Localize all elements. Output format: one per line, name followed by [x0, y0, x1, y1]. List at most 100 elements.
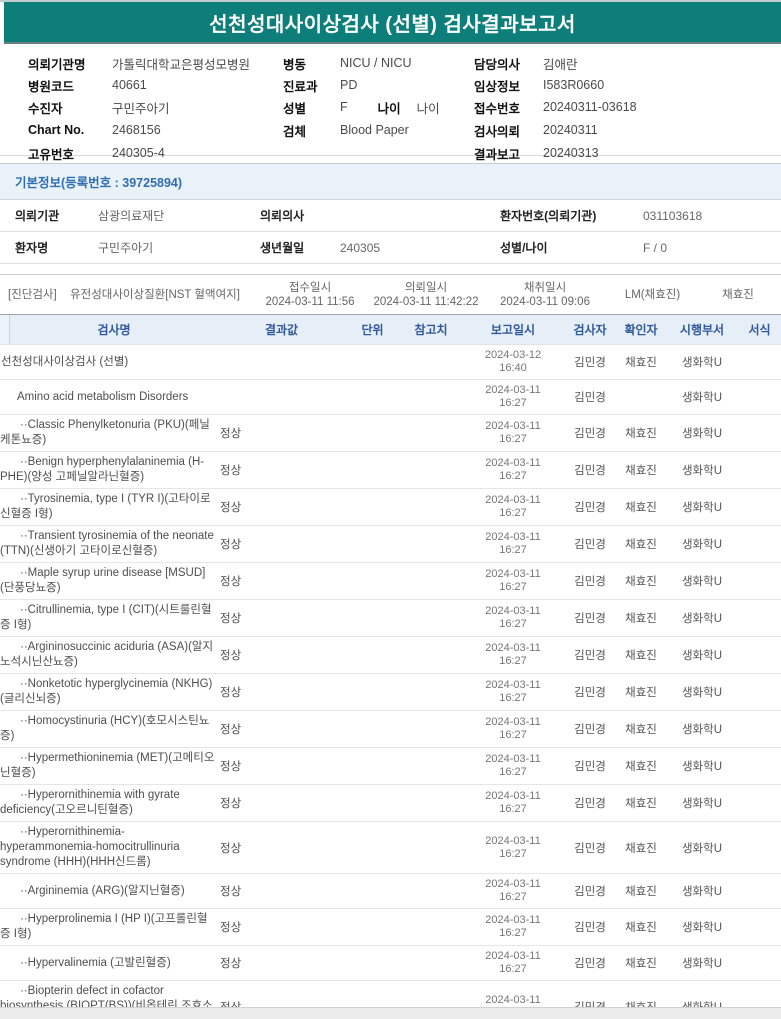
field-value: 240305 [340, 240, 381, 255]
result-value: 정상 [220, 613, 242, 625]
table-row: ··Argininosuccinic aciduria (ASA)(알지노석시닌… [0, 637, 781, 674]
report-datetime: 2024-03-11 16:27 [462, 568, 564, 594]
report-time: 16:27 [499, 927, 527, 939]
report-date: 2024-03-11 [485, 384, 541, 396]
field-value: 구민주아기 [98, 241, 154, 255]
table-row: ··Hyperprolinemia I (HP I)(고프롤린혈증 I형) 정상… [0, 909, 781, 946]
field-label: 임상정보 [474, 79, 521, 94]
table-row: ··Benign hyperphenylalaninemia (H-PHE)(양… [0, 452, 781, 489]
field-value: 나이 [416, 101, 440, 116]
basic-info-title: 기본정보(등록번호 : 39725894) [15, 176, 183, 190]
field-label: 성별 [283, 101, 307, 116]
report-time: 16:27 [499, 433, 527, 445]
report-datetime: 2024-03-11 16:27 [462, 716, 564, 742]
tester-name: 김민경 [574, 392, 606, 404]
report-date: 2024-03-11 [485, 993, 541, 1006]
col-header-result: 결과값 [264, 323, 299, 337]
field-value: F [340, 100, 348, 114]
request-label: 의뢰일시 [404, 281, 448, 294]
report-time: 16:27 [499, 397, 527, 409]
department-name: 생화학U [681, 958, 723, 970]
field-label: 환자번호(의뢰기관) [500, 209, 597, 223]
field-test-request-date: 검사의뢰 20240311 [474, 118, 637, 142]
tester-name: 김민경 [574, 922, 606, 934]
report-time: 16:27 [499, 618, 527, 630]
table-row: ··Citrullinemia, type I (CIT)(시트룰린혈증 I형)… [0, 600, 781, 637]
field-receipt-no: 접수번호 20240311-03618 [474, 96, 637, 118]
collect-value: 2024-03-11 09:06 [500, 295, 590, 308]
test-name: ··Argininemia (ARG)(알지닌혈증) [20, 884, 185, 897]
report-date: 2024-03-11 [485, 950, 541, 962]
field-label: 생년월일 [260, 241, 305, 255]
tester-name: 김민경 [574, 886, 606, 898]
field-value: 20240313 [543, 146, 599, 160]
report-datetime: 2024-03-11 16:27 [462, 914, 564, 940]
report-time: 16:27 [499, 847, 527, 860]
collect-label: 채취일시 [523, 281, 567, 294]
report-datetime: 2024-03-11 16:27 [462, 642, 564, 668]
test-name: ··Tyrosinemia, type I (TYR I)(고타이로신혈증 I형… [0, 493, 211, 520]
report-date: 2024-03-11 [485, 605, 541, 617]
report-datetime: 2024-03-11 16:27 [462, 835, 564, 861]
result-value: 정상 [220, 958, 242, 970]
basic-info-header: 기본정보(등록번호 : 39725894) [0, 163, 781, 200]
field-ordering-institution: 의뢰기관명 가톨릭대학교은평성모병원 [28, 52, 250, 74]
test-name: ··Hyperornithinemia-hyperammonemia-homoc… [0, 826, 180, 868]
receipt-label: 접수일시 [288, 281, 332, 294]
report-time: 16:27 [499, 544, 527, 556]
page-title: 선천성대사이상검사 (선별) 검사결과보고서 [209, 13, 576, 36]
report-time: 16:27 [499, 766, 527, 778]
result-value: 정상 [220, 539, 242, 551]
request-value: 2024-03-11 11:42:22 [373, 295, 479, 308]
table-row: ··Hyperornithinemia-hyperammonemia-homoc… [0, 822, 781, 874]
department-name: 생화학U [681, 576, 723, 588]
test-name: ··Nonketotic hyperglycinemia (NKHG)(글리신뇌… [0, 678, 213, 705]
col-header-form: 서식 [748, 323, 771, 337]
diagnosis-tag: [진단검사] [8, 288, 57, 301]
department-name: 생화학U [681, 613, 723, 625]
report-date: 2024-03-11 [485, 420, 541, 432]
result-value: 정상 [220, 761, 242, 773]
report-date: 2024-03-12 [484, 349, 542, 361]
test-name: ··Transient tyrosinemia of the neonate (… [0, 530, 214, 557]
field-value: 20240311-03618 [543, 100, 637, 114]
field-label: 담당의사 [474, 57, 521, 72]
tester-name: 김민경 [574, 502, 606, 514]
confirmer-name: 채효진 [625, 724, 657, 736]
diagnosis-section: [진단검사] 유전성대사이상질환[NST 혈액여지] 접수일시 2024-03-… [0, 274, 781, 314]
department-name: 생화학U [681, 392, 723, 404]
test-name: ··Citrullinemia, type I (CIT)(시트룰린혈증 I형) [0, 604, 212, 631]
report-date: 2024-03-11 [485, 790, 541, 802]
department-name: 생화학U [681, 724, 723, 736]
table-row: ··Hyperornithinemia with gyrate deficien… [0, 785, 781, 822]
field-label: 환자명 [15, 241, 49, 255]
department-name: 생화학U [681, 842, 723, 855]
test-name: ··Hypervalinemia (고발린혈증) [20, 956, 171, 969]
test-name: ··Maple syrup urine disease [MSUD](단풍당뇨증… [0, 567, 206, 594]
report-time: 16:27 [499, 507, 527, 519]
confirmer-name: 채효진 [625, 886, 657, 898]
col-header-unit: 단위 [361, 323, 384, 337]
field-label: 의뢰기관 [15, 209, 60, 223]
field-value: 20240311 [543, 123, 598, 137]
result-value: 정상 [220, 687, 242, 699]
report-datetime: 2024-03-11 16:27 [462, 531, 564, 557]
report-date: 2024-03-11 [485, 642, 541, 654]
field-value: NICU / NICU [340, 56, 412, 70]
field-value: PD [340, 78, 358, 92]
basic-info-row: 환자명 구민주아기 생년월일 240305 성별/나이 F / 0 [0, 232, 781, 264]
test-name: ··Benign hyperphenylalaninemia (H-PHE)(양… [0, 456, 205, 483]
department-name: 생화학U [681, 465, 723, 477]
confirmer-name: 채효진 [625, 357, 657, 369]
department-name: 생화학U [681, 687, 723, 699]
department-name: 생화학U [681, 650, 723, 662]
col-header-test-name: 검사명 [97, 323, 131, 337]
col-header-confirmer: 확인자 [624, 323, 658, 337]
report-date: 2024-03-11 [485, 834, 541, 847]
test-name: ··Classic Phenylketonuria (PKU)(페닐케톤뇨증) [0, 419, 210, 446]
field-value: 김애란 [543, 57, 578, 72]
report-datetime: 2024-03-11 16:27 [462, 878, 564, 904]
col-header-department: 시행부서 [679, 323, 725, 337]
field-value: I583R0660 [543, 78, 605, 92]
receipt-datetime: 접수일시 2024-03-11 11:56 [248, 281, 372, 309]
